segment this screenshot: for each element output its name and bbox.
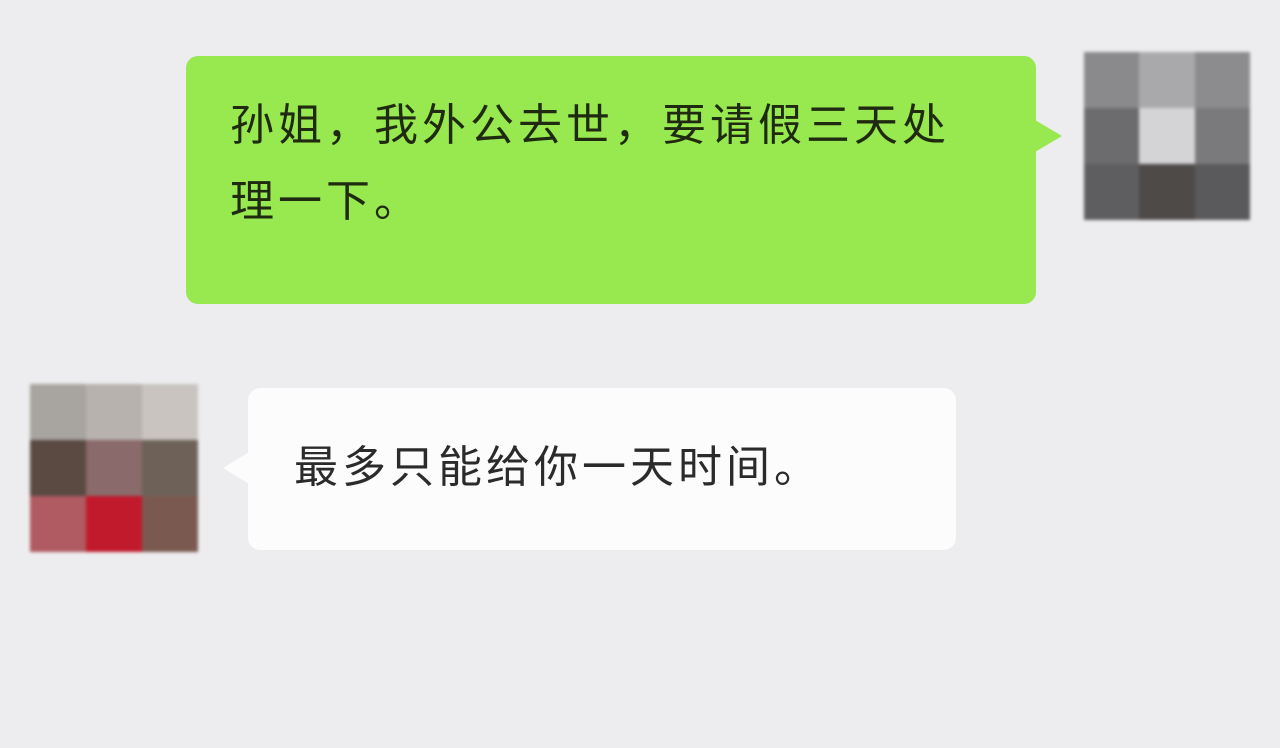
avatar-pixel: [1139, 52, 1195, 108]
avatar-pixel: [1084, 52, 1140, 108]
message-bubble-received[interactable]: 最多只能给你一天时间。: [223, 388, 956, 550]
avatar-pixel: [86, 496, 142, 552]
avatar-pixel: [86, 440, 142, 496]
avatar-other[interactable]: [30, 384, 198, 552]
avatar-pixel: [1194, 108, 1250, 164]
avatar-pixel: [1084, 164, 1140, 220]
avatar-pixel: [30, 440, 86, 496]
avatar-pixel: [1194, 164, 1250, 220]
avatar-pixel: [1139, 108, 1195, 164]
avatar-pixel: [142, 496, 198, 552]
avatar-pixel: [1084, 108, 1140, 164]
avatar-pixel: [86, 384, 142, 440]
message-bubble-sent[interactable]: 孙姐，我外公去世，要请假三天处理一下。: [186, 56, 1062, 304]
avatar-self[interactable]: [1084, 52, 1250, 220]
message-text: 孙姐，我外公去世，要请假三天处理一下。: [230, 100, 950, 227]
avatar-pixel: [1139, 164, 1195, 220]
chat-area: 孙姐，我外公去世，要请假三天处理一下。 最多只能给你一天时间。: [0, 0, 1280, 748]
avatar-pixel: [30, 496, 86, 552]
avatar-pixel: [142, 384, 198, 440]
avatar-pixel: [1194, 52, 1250, 108]
avatar-pixel: [142, 440, 198, 496]
message-text: 最多只能给你一天时间。: [294, 442, 822, 493]
avatar-pixel: [30, 384, 86, 440]
